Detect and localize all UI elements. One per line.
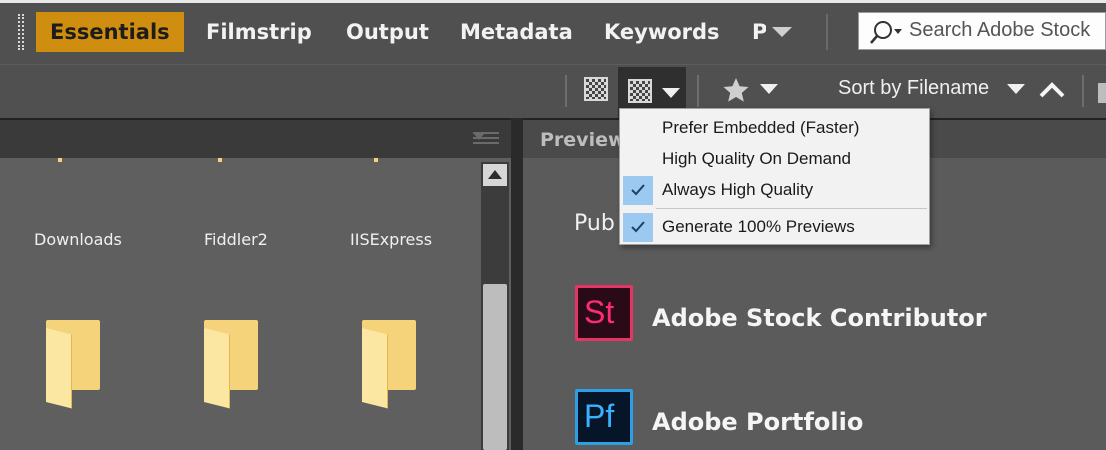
menu-item-always-high-quality[interactable]: Always High Quality xyxy=(620,175,929,206)
menu-item-label: Always High Quality xyxy=(662,180,814,199)
workspace-bar: Essentials Filmstrip Output Metadata Key… xyxy=(0,0,1106,64)
chevron-down-icon xyxy=(662,88,680,98)
search-placeholder: Search Adobe Stock xyxy=(909,19,1091,41)
panel-divider[interactable] xyxy=(511,118,523,450)
menu-item-generate-100-previews[interactable]: Generate 100% Previews xyxy=(620,212,929,243)
divider xyxy=(697,75,699,107)
sort-chevron-down-icon[interactable] xyxy=(1007,84,1025,94)
folder-label-downloads[interactable]: Downloads xyxy=(34,230,122,249)
workspace-tab-filmstrip[interactable]: Filmstrip xyxy=(206,12,312,52)
workspace-tab-metadata[interactable]: Metadata xyxy=(460,12,573,52)
sort-by-label[interactable]: Sort by Filename xyxy=(838,77,989,100)
scroll-up-arrow-icon[interactable] xyxy=(483,164,507,186)
adobe-portfolio-icon[interactable]: Pf xyxy=(575,389,633,445)
menu-item-prefer-embedded[interactable]: Prefer Embedded (Faster) xyxy=(620,113,929,144)
sort-ascending-icon[interactable] xyxy=(1038,81,1066,99)
checkmark-box xyxy=(623,213,653,242)
preview-tab-title[interactable]: Preview xyxy=(540,129,626,151)
preview-quality-menu: Prefer Embedded (Faster) High Quality On… xyxy=(619,108,930,245)
thumbnail-fragment xyxy=(374,158,378,162)
adobe-portfolio-link[interactable]: Adobe Portfolio xyxy=(652,408,863,436)
menu-item-label: Prefer Embedded (Faster) xyxy=(662,118,860,137)
folder-label-fiddler2[interactable]: Fiddler2 xyxy=(204,230,268,249)
folder-icon[interactable] xyxy=(204,320,260,409)
scroll-thumb[interactable] xyxy=(483,284,507,450)
divider xyxy=(565,75,567,107)
thumbnail-fragment xyxy=(58,158,62,162)
menu-item-label: High Quality On Demand xyxy=(662,149,851,168)
adobe-stock-contributor-link[interactable]: Adobe Stock Contributor xyxy=(652,304,987,332)
thumbnail-fragment xyxy=(218,158,222,162)
star-icon[interactable] xyxy=(722,76,750,104)
workspace-overflow-chevron-icon[interactable] xyxy=(772,27,792,37)
publish-label: Pub xyxy=(574,211,615,236)
path-toolbar: Sort by Filename xyxy=(0,64,1106,119)
divider xyxy=(1082,75,1084,107)
checkmark-box xyxy=(623,176,653,205)
folder-icon[interactable] xyxy=(46,320,102,409)
workspace-tab-keywords[interactable]: Keywords xyxy=(604,12,720,52)
panel-menu-icon[interactable] xyxy=(473,132,499,146)
menu-item-label: Generate 100% Previews xyxy=(662,217,855,236)
content-panel-header xyxy=(0,118,511,158)
workspace-tab-essentials[interactable]: Essentials xyxy=(36,12,184,52)
workspace-tab-output[interactable]: Output xyxy=(346,12,429,52)
rating-filter-chevron-icon[interactable] xyxy=(760,84,778,94)
folder-label-iisexpress[interactable]: IISExpress xyxy=(350,230,432,249)
folder-icon[interactable] xyxy=(1098,77,1106,105)
checkmark-icon xyxy=(631,184,645,196)
menu-separator xyxy=(656,208,927,209)
vertical-scrollbar[interactable] xyxy=(481,162,509,450)
search-stock-input[interactable]: Search Adobe Stock xyxy=(858,12,1106,50)
checker-icon[interactable] xyxy=(584,77,608,101)
menu-item-high-quality-on-demand[interactable]: High Quality On Demand xyxy=(620,144,929,175)
window-top-border xyxy=(0,0,1106,3)
folder-icon[interactable] xyxy=(362,320,418,409)
grip-handle-icon[interactable] xyxy=(18,14,24,50)
workspace-tab-truncated[interactable]: P xyxy=(752,12,766,52)
adobe-stock-icon[interactable]: St xyxy=(575,285,633,341)
divider xyxy=(826,14,828,50)
checkmark-icon xyxy=(631,221,645,233)
quality-preview-icon xyxy=(628,79,652,103)
content-panel: Downloads Fiddler2 IISExpress xyxy=(0,118,511,450)
search-icon xyxy=(870,21,902,44)
